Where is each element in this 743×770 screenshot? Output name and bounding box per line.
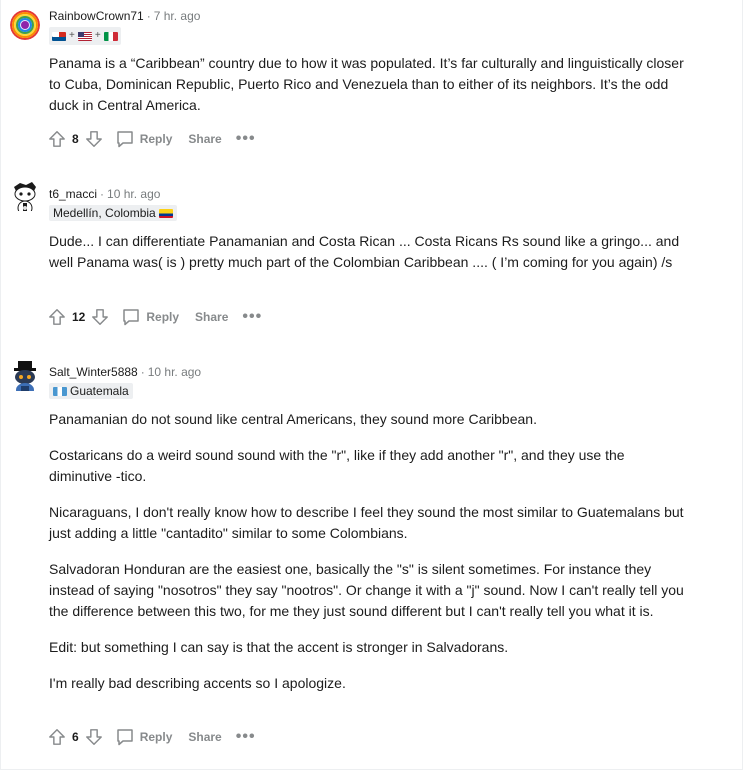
usa-flag-icon <box>77 31 92 41</box>
comment-actions: 6 Reply Share ••• <box>46 725 256 749</box>
comment-paragraph: Costaricans do a weird sound sound with … <box>49 447 625 484</box>
downvote-button[interactable] <box>89 306 111 328</box>
comment-body: Panama is a “Caribbean” country due to h… <box>49 53 689 131</box>
share-button[interactable]: Share <box>188 730 221 744</box>
username[interactable]: t6_macci <box>49 187 97 201</box>
share-button[interactable]: Share <box>188 132 221 146</box>
upvote-icon <box>49 131 65 147</box>
downvote-icon <box>85 131 102 147</box>
vote-score: 6 <box>72 730 79 744</box>
more-options-button[interactable]: ••• <box>236 131 256 147</box>
comment: t6_macci · 10 hr. ago Medellín, Colombia D… <box>0 178 743 338</box>
vote-score: 12 <box>72 310 86 324</box>
comment-paragraph: Salvadoran Honduran are the easiest one,… <box>49 561 684 619</box>
share-button[interactable]: Share <box>195 310 228 324</box>
timestamp[interactable]: 10 hr. ago <box>148 365 201 379</box>
reply-button[interactable]: Reply <box>115 129 172 149</box>
comment: RainbowCrown71 · 7 hr. ago + + Panama is a… <box>0 0 743 160</box>
comment-paragraph: Nicaraguans, I don't really know how to … <box>49 504 684 541</box>
panama-flag-icon <box>52 31 66 41</box>
user-flair: Guatemala <box>49 383 133 399</box>
colombia-flag-icon <box>158 208 173 218</box>
downvote-button[interactable] <box>83 726 105 748</box>
comment: Salt_Winter5888 · 10 hr. ago Guatemala Pan… <box>0 356 743 770</box>
italy-flag-icon <box>103 31 118 41</box>
upvote-button[interactable] <box>46 726 68 748</box>
avatar[interactable] <box>10 10 40 40</box>
comment-bubble-icon <box>123 309 140 326</box>
comment-body: Dude... I can differentiate Panamanian a… <box>49 231 689 288</box>
user-flair: Medellín, Colombia <box>49 205 177 221</box>
flair-text: Medellín, Colombia <box>53 206 156 220</box>
comment-header: t6_macci · 10 hr. ago <box>49 187 161 201</box>
avatar[interactable] <box>10 181 40 211</box>
comment-body: Panamanian do not sound like central Ame… <box>49 409 689 709</box>
username[interactable]: RainbowCrown71 <box>49 9 144 23</box>
downvote-icon <box>85 729 102 745</box>
downvote-button[interactable] <box>83 128 105 150</box>
rainbow-crown-avatar-icon <box>10 10 40 40</box>
timestamp[interactable]: 10 hr. ago <box>107 187 160 201</box>
reply-button[interactable]: Reply <box>115 727 172 747</box>
upvote-button[interactable] <box>46 128 68 150</box>
comment-bubble-icon <box>116 131 133 148</box>
comment-header: Salt_Winter5888 · 10 hr. ago <box>49 365 202 379</box>
snoo-avatar-icon <box>14 182 36 211</box>
more-options-button[interactable]: ••• <box>236 729 256 745</box>
comment-header: RainbowCrown71 · 7 hr. ago <box>49 9 201 23</box>
snoo-avatar-icon <box>14 361 36 391</box>
user-flair: + + <box>49 27 121 45</box>
comment-text: Panama is a “Caribbean” country due to h… <box>49 55 684 113</box>
comment-paragraph: Panamanian do not sound like central Ame… <box>49 411 537 427</box>
comment-actions: 12 Reply Share ••• <box>46 305 262 329</box>
upvote-icon <box>49 309 65 325</box>
avatar[interactable] <box>10 361 40 391</box>
upvote-button[interactable] <box>46 306 68 328</box>
comment-actions: 8 Reply Share ••• <box>46 127 256 151</box>
upvote-icon <box>49 729 65 745</box>
comment-text: Dude... I can differentiate Panamanian a… <box>49 233 680 270</box>
downvote-icon <box>92 309 109 325</box>
comment-paragraph: Edit: but something I can say is that th… <box>49 639 509 655</box>
comment-bubble-icon <box>116 729 133 746</box>
comment-paragraph: I'm really bad describing accents so I a… <box>49 675 346 691</box>
more-options-button[interactable]: ••• <box>242 309 262 325</box>
vote-score: 8 <box>72 132 79 146</box>
guatemala-flag-icon <box>53 386 67 396</box>
flair-text: Guatemala <box>70 384 129 398</box>
username[interactable]: Salt_Winter5888 <box>49 365 138 379</box>
reply-button[interactable]: Reply <box>121 307 179 327</box>
timestamp[interactable]: 7 hr. ago <box>154 9 201 23</box>
